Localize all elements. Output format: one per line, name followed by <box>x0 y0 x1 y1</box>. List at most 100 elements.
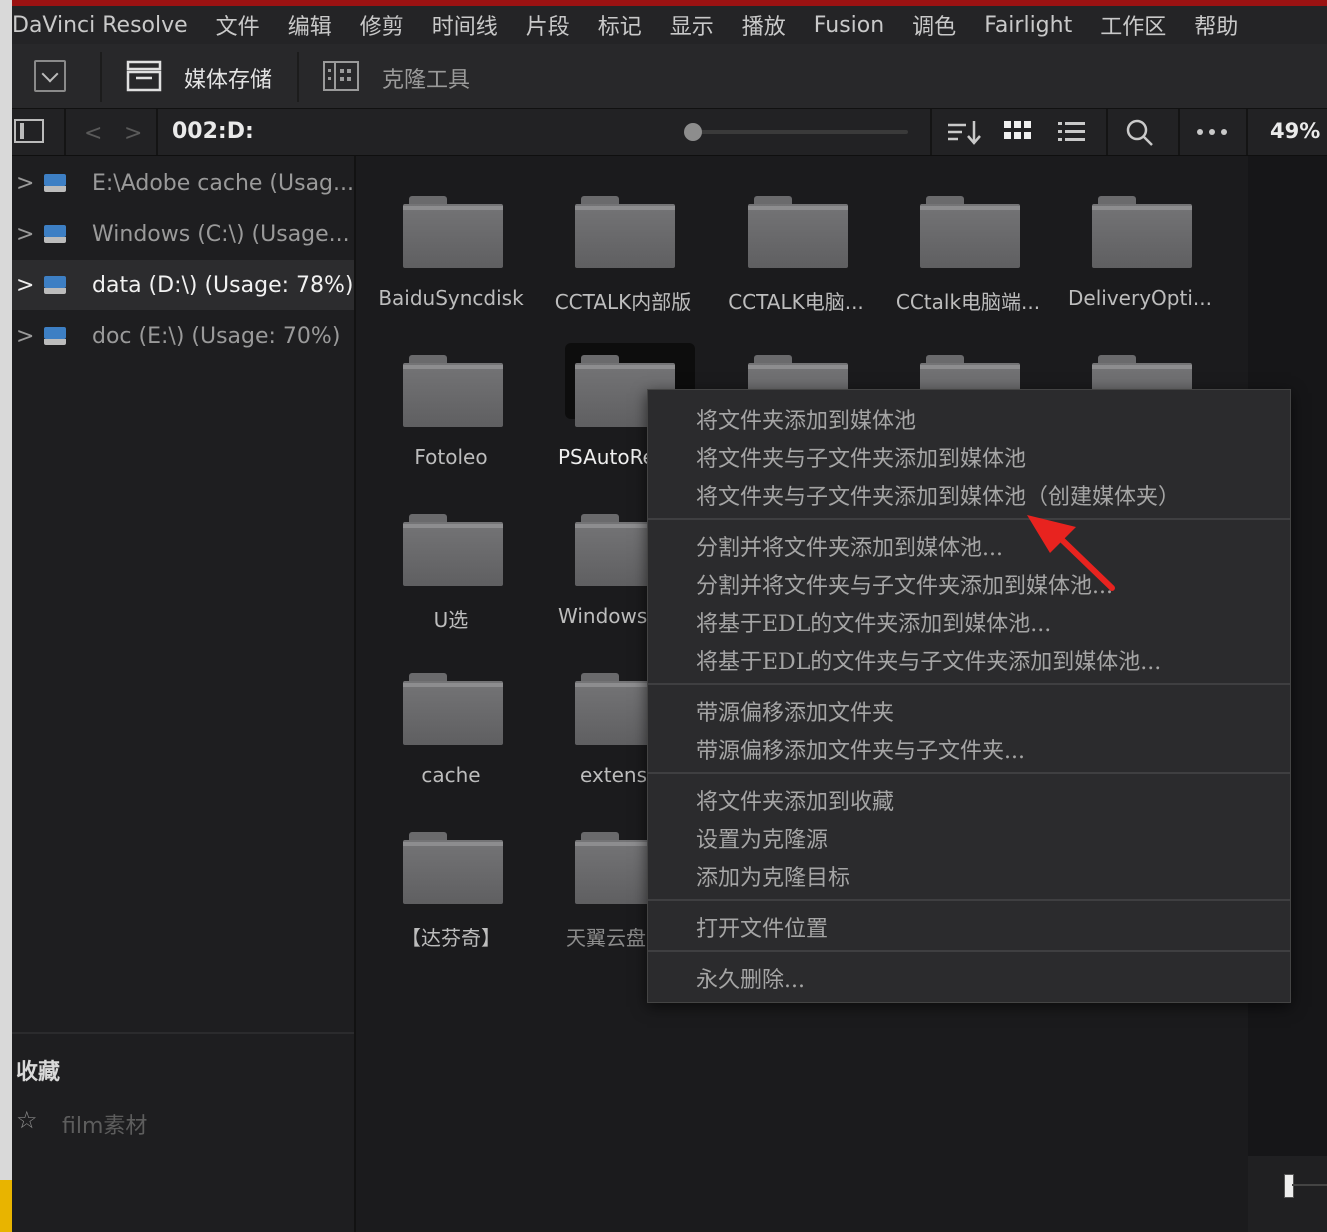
menu-item-add-edl-folder[interactable]: 将基于EDL的文件夹添加到媒体池... <box>696 606 1051 638</box>
menu-item-open-file-location[interactable]: 打开文件位置 <box>696 911 828 943</box>
folder-item[interactable]: DeliveryOpti... <box>1065 166 1215 306</box>
menu-davinci-resolve[interactable]: DaVinci Resolve <box>12 13 188 38</box>
folder-context-menu: 将文件夹添加到媒体池 将文件夹与子文件夹添加到媒体池 将文件夹与子文件夹添加到媒… <box>647 389 1291 1003</box>
desktop-background-accent <box>0 1180 12 1232</box>
chevron-right-icon[interactable]: > <box>16 222 40 247</box>
folder-label: DeliveryOpti... <box>1055 286 1225 310</box>
menu-item-add-clone-target[interactable]: 添加为克隆目标 <box>696 860 850 892</box>
menu-clip[interactable]: 片段 <box>526 9 570 41</box>
menu-separator <box>648 899 1290 901</box>
menu-workspace[interactable]: 工作区 <box>1100 9 1166 41</box>
media-storage-icon[interactable] <box>126 60 162 92</box>
folder-label: 【达芬奇】 <box>366 922 536 951</box>
menu-item-add-folder-and-subfolders-create-bins[interactable]: 将文件夹与子文件夹添加到媒体池（创建媒体夹） <box>696 479 1180 511</box>
drive-label: doc (E:\) (Usage: 70%) <box>92 324 340 349</box>
chevron-right-icon[interactable]: > <box>16 171 40 196</box>
media-storage-label[interactable]: 媒体存储 <box>184 62 272 94</box>
folder-item[interactable]: CCTALK电脑... <box>721 166 871 306</box>
navbar-divider <box>1178 109 1180 155</box>
menu-separator <box>648 772 1290 774</box>
clone-tool-icon[interactable] <box>322 60 360 92</box>
chevron-right-icon[interactable]: > <box>16 273 40 298</box>
menu-separator <box>648 950 1290 952</box>
forward-chevron-icon[interactable]: > <box>124 121 142 146</box>
folder-icon <box>403 196 503 268</box>
folder-item[interactable]: Fotoleo <box>376 325 526 465</box>
folder-item[interactable]: U选 <box>376 484 526 624</box>
menu-fairlight[interactable]: Fairlight <box>984 13 1072 38</box>
toolbar-divider <box>297 52 299 102</box>
drive-label: E:\Adobe cache (Usag... <box>92 171 354 196</box>
folder-icon <box>403 832 503 904</box>
menu-view[interactable]: 显示 <box>670 9 714 41</box>
menu-item-split-add-folder[interactable]: 分割并将文件夹添加到媒体池... <box>696 530 1003 562</box>
folder-label: U选 <box>366 604 536 633</box>
navbar-divider <box>1246 109 1248 155</box>
chevron-right-icon[interactable]: > <box>16 324 40 349</box>
thumbnail-size-slider[interactable] <box>688 130 908 134</box>
drive-item[interactable]: > Windows (C:\) (Usage... <box>12 209 354 259</box>
folder-icon <box>575 196 675 268</box>
back-chevron-icon[interactable]: < <box>84 121 102 146</box>
folder-item[interactable]: cache <box>376 643 526 783</box>
menu-help[interactable]: 帮助 <box>1194 9 1238 41</box>
toolbar-divider <box>100 52 102 102</box>
disk-drive-icon <box>44 223 68 245</box>
grid-view-icon[interactable] <box>1000 117 1036 147</box>
scrub-handle[interactable] <box>1284 1174 1294 1198</box>
drive-item[interactable]: > E:\Adobe cache (Usag... <box>12 158 354 208</box>
clone-tool-label[interactable]: 克隆工具 <box>382 62 470 94</box>
navbar-divider <box>1106 109 1108 155</box>
sort-icon[interactable] <box>946 117 982 147</box>
menu-item-set-clone-source[interactable]: 设置为克隆源 <box>696 822 828 854</box>
menu-item-add-folder-and-subfolders[interactable]: 将文件夹与子文件夹添加到媒体池 <box>696 441 1026 473</box>
folder-item[interactable]: BaiduSyncdisk <box>376 166 526 306</box>
menu-file[interactable]: 文件 <box>216 9 260 41</box>
navbar-divider <box>156 109 158 155</box>
search-icon[interactable] <box>1122 117 1158 147</box>
slider-handle[interactable] <box>684 123 702 141</box>
folder-item[interactable]: CCTALK内部版 <box>548 166 698 306</box>
menu-fusion[interactable]: Fusion <box>814 13 884 38</box>
menu-trim[interactable]: 修剪 <box>360 9 404 41</box>
disk-drive-icon <box>44 172 68 194</box>
browser-navbar: < > 002:D: 49% <box>12 109 1327 156</box>
drive-label: data (D:\) (Usage: 78%) <box>92 273 354 298</box>
menu-item-split-add-folder-subfolders[interactable]: 分割并将文件夹与子文件夹添加到媒体池... <box>696 568 1113 600</box>
drive-label: Windows (C:\) (Usage... <box>92 222 350 247</box>
menu-item-add-to-favorites[interactable]: 将文件夹添加到收藏 <box>696 784 894 816</box>
drive-item-selected[interactable]: > data (D:\) (Usage: 78%) <box>12 260 354 310</box>
menu-mark[interactable]: 标记 <box>598 9 642 41</box>
menu-timeline[interactable]: 时间线 <box>432 9 498 41</box>
folder-label: CCTALK电脑... <box>711 286 881 315</box>
scrub-track[interactable] <box>1292 1184 1327 1186</box>
menu-item-add-folder-subfolders-source-offset[interactable]: 带源偏移添加文件夹与子文件夹... <box>696 733 1025 765</box>
folder-icon <box>920 196 1020 268</box>
folder-icon <box>403 355 503 427</box>
disk-drive-icon <box>44 325 68 347</box>
menu-item-add-folder-to-media-pool[interactable]: 将文件夹添加到媒体池 <box>696 403 916 435</box>
menu-color[interactable]: 调色 <box>912 9 956 41</box>
folder-icon <box>403 673 503 745</box>
menu-edit[interactable]: 编辑 <box>288 9 332 41</box>
drive-item[interactable]: > doc (E:\) (Usage: 70%) <box>12 311 354 361</box>
favorite-item[interactable]: film素材 <box>62 1108 147 1140</box>
folder-label: BaiduSyncdisk <box>366 286 536 310</box>
zoom-level: 49% <box>1270 119 1320 143</box>
menu-item-add-folder-source-offset[interactable]: 带源偏移添加文件夹 <box>696 695 894 727</box>
menu-separator <box>648 683 1290 685</box>
list-view-icon[interactable] <box>1054 117 1090 147</box>
menu-item-delete-permanently[interactable]: 永久删除... <box>696 962 805 994</box>
more-options-icon[interactable] <box>1194 117 1230 147</box>
current-path: 002:D: <box>172 119 254 144</box>
menu-bar: DaVinci Resolve 文件 编辑 修剪 时间线 片段 标记 显示 播放… <box>12 6 1327 44</box>
folder-item[interactable]: 【达芬奇】 <box>376 802 526 942</box>
panel-dropdown-button[interactable] <box>34 60 66 92</box>
menu-playback[interactable]: 播放 <box>742 9 786 41</box>
folder-icon <box>748 196 848 268</box>
menu-item-add-edl-folder-subfolders[interactable]: 将基于EDL的文件夹与子文件夹添加到媒体池... <box>696 644 1161 676</box>
drive-sidebar: > E:\Adobe cache (Usag... > Windows (C:\… <box>12 156 356 1232</box>
folder-item[interactable]: CCtalk电脑端... <box>893 166 1043 306</box>
sidebar-toggle-icon[interactable] <box>14 119 44 143</box>
favorites-title: 收藏 <box>16 1054 60 1086</box>
